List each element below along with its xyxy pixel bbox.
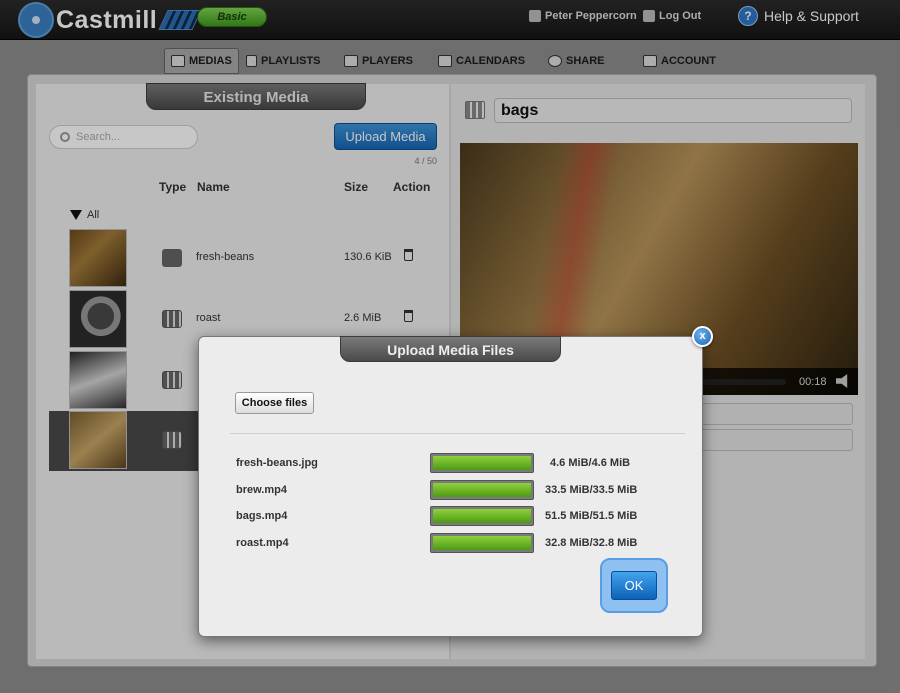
progress-fill (433, 536, 531, 550)
ok-button[interactable]: OK (611, 571, 657, 600)
upload-file-name: roast.mp4 (236, 537, 289, 549)
progress-fill (433, 483, 531, 497)
upload-progress-bar (430, 453, 534, 473)
upload-file-name: brew.mp4 (236, 484, 287, 496)
upload-progress-bar (430, 480, 534, 500)
dialog-title: Upload Media Files (340, 336, 561, 362)
upload-file-size: 4.6 MiB/4.6 MiB (550, 457, 631, 469)
upload-progress-bar (430, 533, 534, 553)
progress-fill (433, 456, 531, 470)
progress-fill (433, 509, 531, 523)
upload-file-size: 32.8 MiB/32.8 MiB (545, 537, 638, 549)
upload-file-name: fresh-beans.jpg (236, 457, 318, 469)
upload-progress-bar (430, 506, 534, 526)
upload-file-size: 33.5 MiB/33.5 MiB (545, 484, 638, 496)
upload-file-size: 51.5 MiB/51.5 MiB (545, 510, 638, 522)
close-icon[interactable]: x (692, 326, 713, 347)
choose-files-button[interactable]: Choose files (235, 392, 314, 414)
upload-file-name: bags.mp4 (236, 510, 288, 522)
divider (230, 433, 685, 434)
